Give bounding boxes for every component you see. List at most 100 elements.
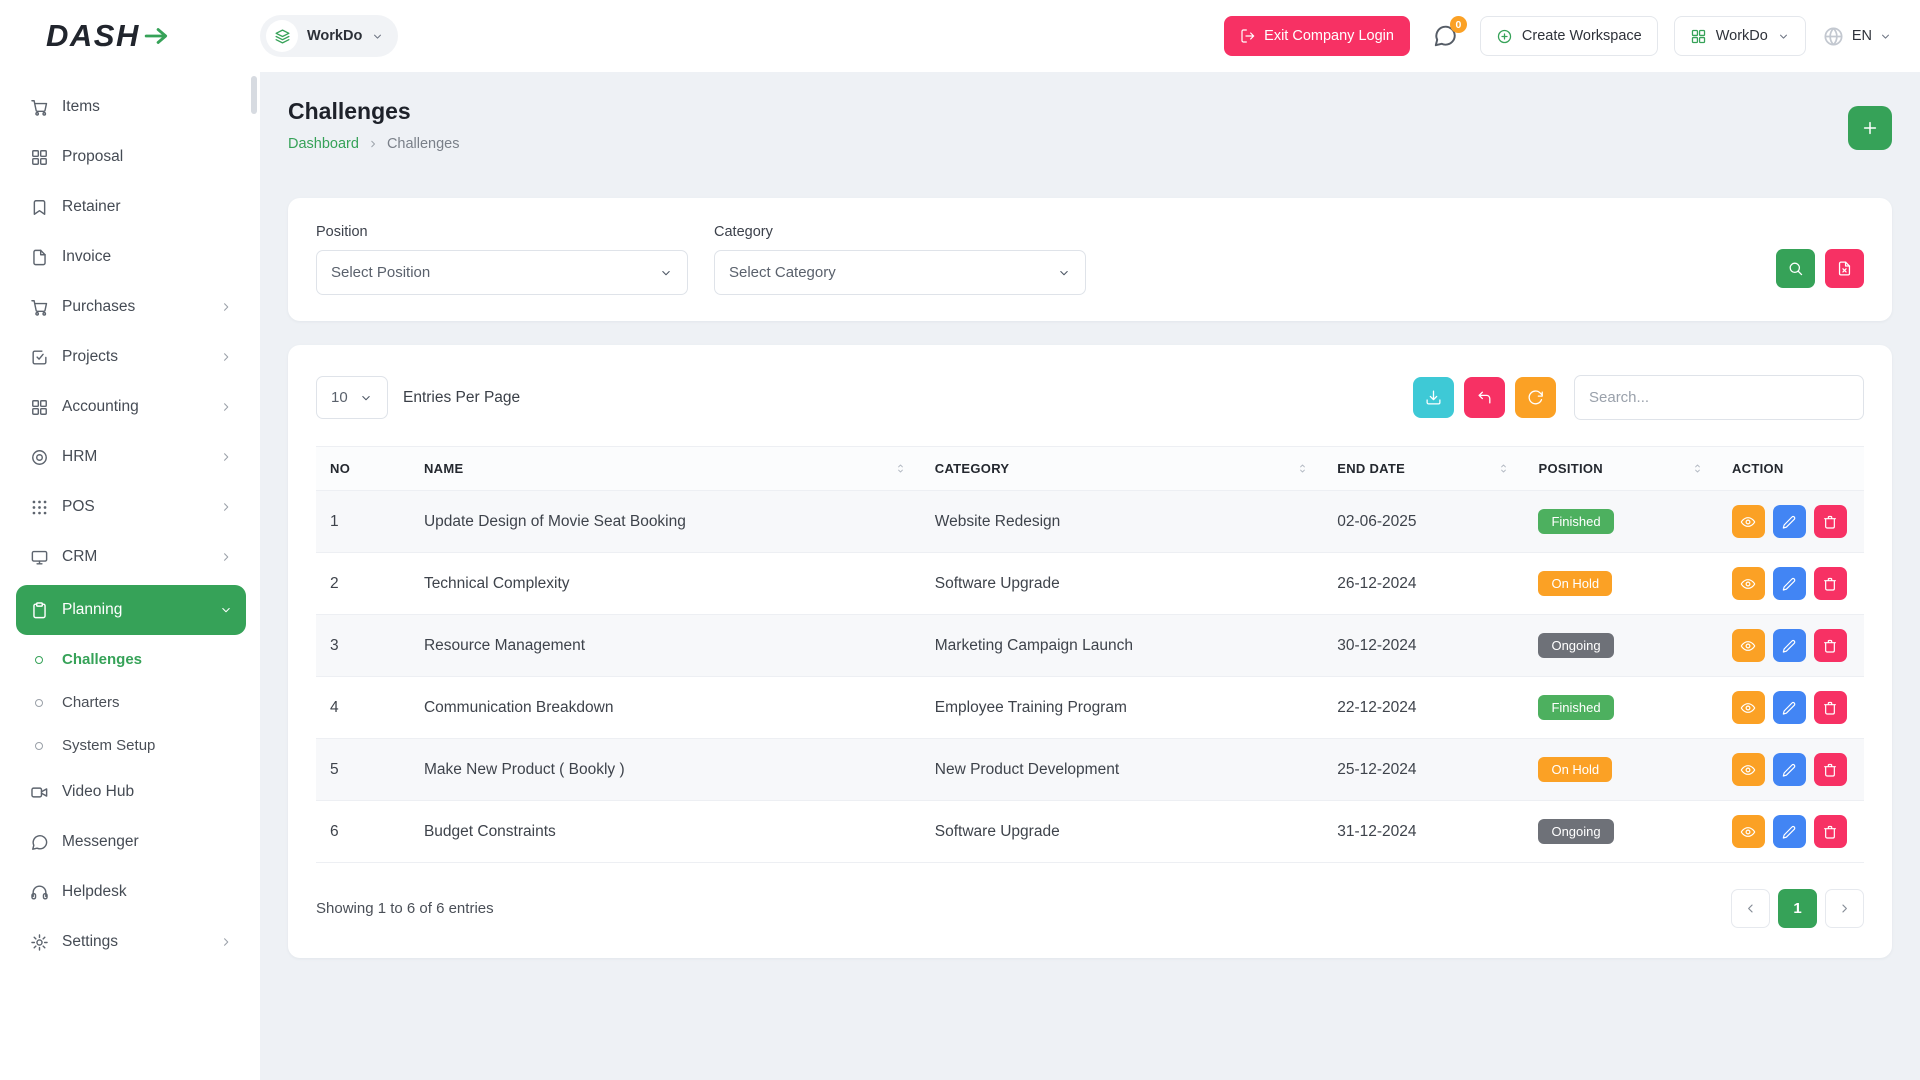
pencil-icon xyxy=(1781,762,1797,778)
sidebar-item-planning[interactable]: Planning xyxy=(16,585,246,635)
delete-button[interactable] xyxy=(1814,753,1847,786)
edit-button[interactable] xyxy=(1773,753,1806,786)
eye-icon xyxy=(1740,576,1756,592)
message-icon xyxy=(29,833,49,852)
cell-no: 3 xyxy=(316,615,410,677)
cell-end-date: 22-12-2024 xyxy=(1323,677,1524,739)
sidebar-item-proposal[interactable]: Proposal xyxy=(16,132,246,182)
sidebar-item-system-setup[interactable]: System Setup xyxy=(16,724,246,767)
sidebar-item-projects[interactable]: Projects xyxy=(16,332,246,382)
table-actions xyxy=(1413,375,1864,420)
chevron-down-icon xyxy=(371,30,384,43)
cell-position: On Hold xyxy=(1524,553,1718,615)
view-button[interactable] xyxy=(1732,691,1765,724)
sidebar-item-invoice[interactable]: Invoice xyxy=(16,232,246,282)
main-content: Challenges Dashboard Challenges Position… xyxy=(260,0,1920,1080)
grid-icon xyxy=(29,398,49,417)
export-button[interactable] xyxy=(1413,377,1454,418)
undo-button[interactable] xyxy=(1464,377,1505,418)
column-header-category[interactable]: CATEGORY xyxy=(921,447,1323,491)
sidebar-item-accounting[interactable]: Accounting xyxy=(16,382,246,432)
sidebar-item-settings[interactable]: Settings xyxy=(16,917,246,967)
clipboard-icon xyxy=(29,601,49,620)
workdo-menu-button[interactable]: WorkDo xyxy=(1674,16,1806,56)
cell-no: 5 xyxy=(316,739,410,801)
search-icon xyxy=(1787,260,1804,277)
sidebar-item-messenger[interactable]: Messenger xyxy=(16,817,246,867)
table-search-input[interactable] xyxy=(1574,375,1864,420)
pagination-prev-button[interactable] xyxy=(1731,889,1770,928)
sidebar-item-label: Projects xyxy=(62,348,118,366)
exit-company-login-button[interactable]: Exit Company Login xyxy=(1224,16,1410,56)
refresh-button[interactable] xyxy=(1515,377,1556,418)
sidebar-item-retainer[interactable]: Retainer xyxy=(16,182,246,232)
filter-reset-button[interactable] xyxy=(1825,249,1864,288)
language-selector[interactable]: EN xyxy=(1822,25,1892,48)
edit-button[interactable] xyxy=(1773,567,1806,600)
entries-per-page: 10 Entries Per Page xyxy=(316,376,520,419)
create-workspace-button[interactable]: Create Workspace xyxy=(1480,16,1658,56)
chevron-down-icon xyxy=(1777,30,1790,43)
cell-name: Technical Complexity xyxy=(410,553,921,615)
column-header-end-date[interactable]: END DATE xyxy=(1323,447,1524,491)
app-logo[interactable]: DASH xyxy=(46,18,170,54)
delete-button[interactable] xyxy=(1814,629,1847,662)
sidebar-item-pos[interactable]: POS xyxy=(16,482,246,532)
view-button[interactable] xyxy=(1732,815,1765,848)
status-badge: Ongoing xyxy=(1538,819,1613,844)
sidebar-scrollbar[interactable] xyxy=(251,76,257,114)
status-badge: On Hold xyxy=(1538,571,1612,596)
sidebar-item-challenges[interactable]: Challenges xyxy=(16,638,246,681)
plus-circle-icon xyxy=(1496,28,1513,45)
view-button[interactable] xyxy=(1732,629,1765,662)
delete-button[interactable] xyxy=(1814,691,1847,724)
cell-category: Website Redesign xyxy=(921,491,1323,553)
sidebar-item-label: Proposal xyxy=(62,148,123,166)
cell-category: Employee Training Program xyxy=(921,677,1323,739)
cell-position: Finished xyxy=(1524,491,1718,553)
entries-per-page-select[interactable]: 10 xyxy=(316,376,388,419)
view-button[interactable] xyxy=(1732,505,1765,538)
column-header-position[interactable]: POSITION xyxy=(1524,447,1718,491)
challenges-table-card: 10 Entries Per Page NONAMECATEGORYEND DA… xyxy=(288,345,1892,958)
cell-category: Marketing Campaign Launch xyxy=(921,615,1323,677)
cell-end-date: 30-12-2024 xyxy=(1323,615,1524,677)
view-button[interactable] xyxy=(1732,567,1765,600)
sidebar-item-label: Messenger xyxy=(62,833,139,851)
cell-end-date: 26-12-2024 xyxy=(1323,553,1524,615)
edit-button[interactable] xyxy=(1773,815,1806,848)
sidebar-item-charters[interactable]: Charters xyxy=(16,681,246,724)
column-header-no: NO xyxy=(316,447,410,491)
filter-search-button[interactable] xyxy=(1776,249,1815,288)
position-select[interactable]: Select Position xyxy=(316,250,688,295)
edit-button[interactable] xyxy=(1773,691,1806,724)
chevron-right-icon xyxy=(219,935,233,949)
category-filter-field: Category Select Category xyxy=(714,224,1086,295)
sidebar-item-helpdesk[interactable]: Helpdesk xyxy=(16,867,246,917)
sidebar-item-crm[interactable]: CRM xyxy=(16,532,246,582)
breadcrumb-dashboard-link[interactable]: Dashboard xyxy=(288,136,359,152)
pagination-next-button[interactable] xyxy=(1825,889,1864,928)
column-header-name[interactable]: NAME xyxy=(410,447,921,491)
sidebar-item-items[interactable]: Items xyxy=(16,82,246,132)
pagination-page-1[interactable]: 1 xyxy=(1778,889,1817,928)
pencil-icon xyxy=(1781,576,1797,592)
delete-button[interactable] xyxy=(1814,505,1847,538)
view-button[interactable] xyxy=(1732,753,1765,786)
pagination: 1 xyxy=(1731,889,1864,928)
delete-button[interactable] xyxy=(1814,815,1847,848)
breadcrumb: Dashboard Challenges xyxy=(288,136,460,152)
edit-button[interactable] xyxy=(1773,505,1806,538)
workspace-switcher[interactable]: WorkDo xyxy=(260,15,398,57)
sidebar-item-purchases[interactable]: Purchases xyxy=(16,282,246,332)
monitor-icon xyxy=(29,548,49,567)
category-select[interactable]: Select Category xyxy=(714,250,1086,295)
edit-button[interactable] xyxy=(1773,629,1806,662)
chevron-down-icon xyxy=(219,603,233,617)
trash-icon xyxy=(1822,576,1838,592)
delete-button[interactable] xyxy=(1814,567,1847,600)
messages-button[interactable]: 0 xyxy=(1432,23,1458,49)
sidebar-item-hrm[interactable]: HRM xyxy=(16,432,246,482)
sidebar-item-video-hub[interactable]: Video Hub xyxy=(16,767,246,817)
add-challenge-button[interactable] xyxy=(1848,106,1892,150)
